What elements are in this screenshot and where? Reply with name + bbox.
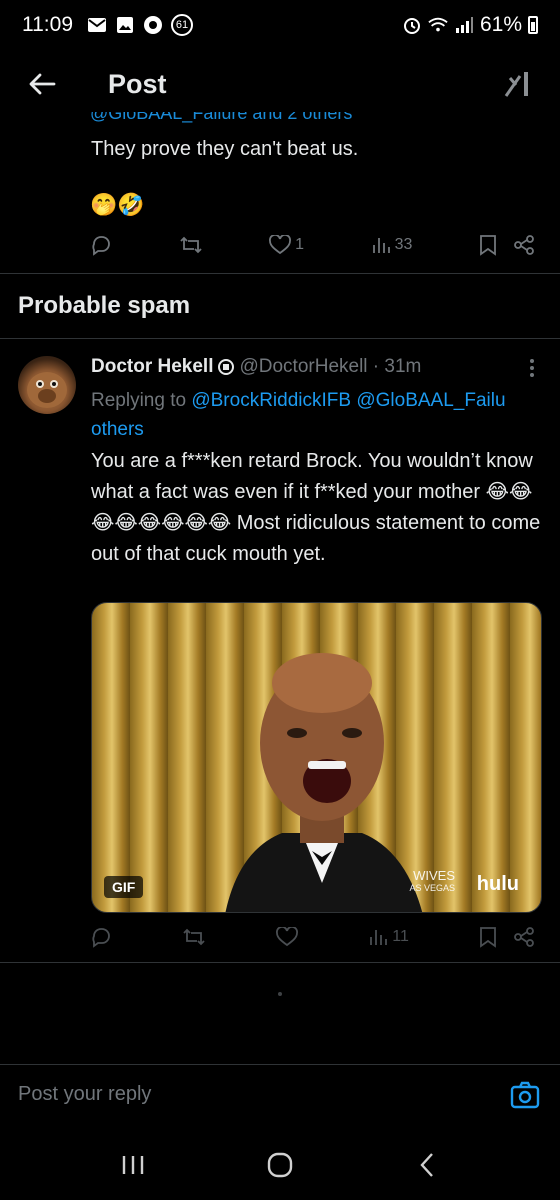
post-author-line: Doctor Hekell @DoctorHekell · 31m — [91, 356, 421, 378]
views-icon — [370, 930, 388, 945]
show-watermark: WIVES AS VEGAS — [409, 868, 455, 893]
more-dot-icon — [530, 366, 534, 370]
recent-apps-icon — [123, 1156, 144, 1174]
repost-icon — [183, 928, 205, 946]
avatar-image — [27, 372, 67, 408]
reply-composer — [0, 1064, 560, 1124]
home-icon — [267, 1152, 293, 1178]
battery-icon — [528, 16, 538, 34]
chevron-left-icon — [420, 1153, 433, 1177]
status-time: 11:09 — [22, 13, 73, 36]
bookmark-icon — [480, 235, 496, 256]
share-button[interactable] — [513, 234, 535, 256]
more-dot-icon — [530, 359, 534, 363]
grok-icon — [504, 72, 528, 97]
divider — [0, 962, 560, 963]
camera-icon — [510, 1081, 540, 1108]
heart-icon — [276, 927, 299, 947]
grok-button[interactable] — [498, 64, 538, 104]
recent-apps-button[interactable] — [103, 1140, 163, 1190]
mention-link[interactable]: @BrockRiddickIFB — [191, 390, 351, 411]
author-handle-time[interactable]: @DoctorHekell · 31m — [239, 356, 421, 378]
more-dot-icon — [530, 373, 534, 377]
loading-indicator — [278, 992, 282, 996]
share-icon — [514, 927, 534, 947]
views-count: 33 — [394, 236, 413, 253]
previous-reply-cutoff-text: @GloBAAL_Failure and 2 others — [90, 112, 353, 123]
bookmark-icon — [480, 927, 496, 948]
repost-button[interactable] — [182, 926, 206, 948]
mention-link[interactable]: @GloBAAL_Failu — [356, 390, 505, 411]
divider — [0, 273, 560, 274]
home-button[interactable] — [250, 1140, 310, 1190]
status-bar: 11:09 61 61% — [0, 0, 560, 50]
share-icon — [514, 235, 534, 255]
gif-frame-image — [225, 653, 423, 912]
more-options-button[interactable] — [524, 356, 540, 380]
brand-watermark: hulu — [476, 873, 519, 895]
post-body-text: You are a f***ken retard Brock. You woul… — [91, 450, 541, 565]
mail-icon — [87, 16, 107, 34]
views-button[interactable]: 11 — [368, 927, 409, 947]
like-count: 1 — [295, 236, 305, 253]
wifi-icon — [428, 16, 448, 34]
heart-icon — [269, 235, 292, 255]
author-name[interactable]: Doctor Hekell — [91, 356, 213, 378]
replying-to-line: Replying to @BrockRiddickIFB @GloBAAL_Fa… — [91, 386, 560, 415]
replying-prefix: Replying to — [91, 390, 187, 411]
record-icon — [143, 16, 163, 34]
top-app-bar: Post — [0, 50, 560, 118]
views-count: 11 — [392, 928, 409, 945]
like-button[interactable]: 1 — [269, 235, 304, 255]
previous-reply-text: They prove they can't beat us. — [91, 138, 359, 160]
comment-icon — [92, 236, 110, 256]
reply-button[interactable] — [90, 234, 112, 256]
share-button[interactable] — [513, 926, 535, 948]
post-actions: 11 — [90, 926, 535, 948]
views-icon — [372, 238, 390, 253]
system-navigation-bar — [0, 1130, 560, 1200]
camera-button[interactable] — [508, 1078, 542, 1112]
like-button[interactable] — [276, 927, 299, 947]
section-title: Probable spam — [18, 292, 191, 319]
verified-badge-icon — [217, 358, 235, 376]
repost-icon — [179, 236, 202, 254]
back-button[interactable] — [22, 64, 62, 104]
gif-badge: GIF — [104, 876, 144, 898]
reply-button[interactable] — [90, 926, 112, 948]
reply-input[interactable] — [18, 1083, 508, 1106]
replying-others-link[interactable]: others — [91, 415, 144, 444]
notification-count-badge: 61 — [171, 14, 193, 36]
battery-percent: 61% — [479, 13, 522, 36]
views-button[interactable]: 33 — [371, 235, 413, 255]
signal-icon — [454, 16, 474, 34]
repost-button[interactable] — [179, 234, 203, 256]
system-back-button[interactable] — [397, 1140, 457, 1190]
page-title: Post — [108, 68, 167, 99]
gallery-icon — [115, 16, 135, 34]
bookmark-button[interactable] — [479, 234, 497, 256]
avatar[interactable] — [18, 356, 76, 414]
previous-reply-emojis: 🤭🤣 — [90, 192, 145, 217]
bookmark-button[interactable] — [479, 926, 497, 948]
previous-reply-actions: 1 33 — [90, 234, 535, 256]
gif-media[interactable]: GIF WIVES AS VEGAS hulu — [91, 602, 542, 913]
alarm-icon — [402, 16, 422, 34]
arrow-left-icon — [29, 73, 56, 95]
comment-icon — [92, 928, 110, 948]
divider — [0, 338, 560, 339]
